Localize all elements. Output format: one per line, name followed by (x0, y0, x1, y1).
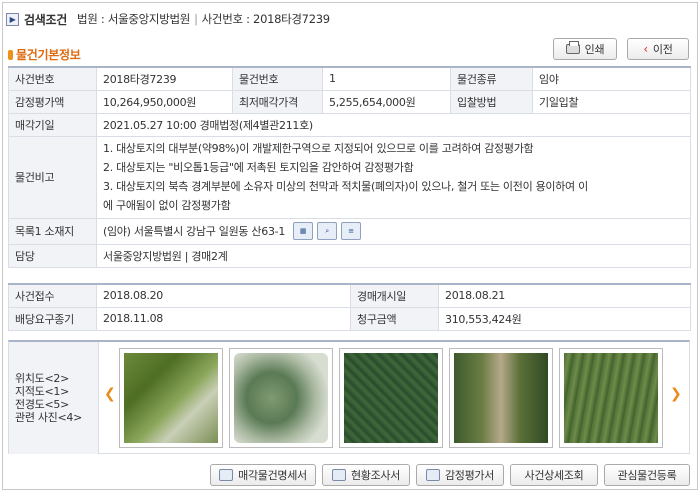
deadline-value: 2018.11.08 (96, 306, 351, 331)
item-no-label: 물건번호 (232, 66, 323, 91)
case-no-value: 2018타경7239 (96, 66, 233, 91)
item-no-value: 1 (322, 66, 451, 91)
survey-button[interactable]: 현황조사서 (322, 464, 410, 486)
photo-thumbnail[interactable] (559, 348, 663, 448)
watch-item-button[interactable]: 관심물건등록 (604, 464, 690, 486)
section-title: 물건기본정보 (16, 48, 81, 62)
appraisal-value: 10,264,950,000원 (96, 89, 233, 114)
sale-date-value: 2021.05.27 10:00 경매법정(제4별관211호) (96, 112, 691, 137)
watch-item-label: 관심물건등록 (617, 469, 677, 482)
start-value: 2018.08.21 (438, 283, 691, 308)
bid-method-value: 기일입찰 (532, 89, 691, 114)
print-label: 인쇄 (584, 43, 605, 56)
printer-icon (565, 41, 580, 54)
section-bullet-icon (8, 49, 13, 60)
photo-thumbnail[interactable] (229, 348, 333, 448)
claim-label: 청구금액 (350, 306, 439, 331)
table-row: 감정평가액 10,264,950,000원 최저매각가격 5,255,654,0… (8, 89, 691, 114)
photo-thumbnail[interactable] (449, 348, 553, 448)
photo-gallery: 위치도<2> 지적도<1> 전경도<5> 관련 사진<4> ❮ ❯ (8, 340, 690, 454)
court-label: 법원 : 서울중앙지방법원 (76, 12, 191, 26)
prev-label: 이전 (652, 43, 673, 56)
note-line: 에 구애됨이 없이 감정평가함 (103, 199, 231, 212)
photo-category-cadastral[interactable]: 지적도<1> (15, 385, 98, 398)
gallery-prev-icon[interactable]: ❮ (104, 386, 116, 402)
search-map-icon[interactable]: ⌕ (317, 222, 338, 240)
item-type-value: 임야 (532, 66, 691, 91)
bid-method-label: 입찰방법 (450, 89, 533, 114)
map-icon[interactable]: ▦ (293, 222, 314, 240)
print-button[interactable]: 인쇄 (553, 38, 617, 60)
basic-info-table: 사건번호 2018타경7239 물건번호 1 물건종류 임야 감정평가액 10,… (8, 66, 691, 268)
photo-category-related[interactable]: 관련 사진<4> (15, 411, 98, 424)
toggle-arrow-icon[interactable]: ▶ (6, 12, 19, 26)
gallery-next-icon[interactable]: ❯ (670, 386, 682, 402)
photo-category-list: 위치도<2> 지적도<1> 전경도<5> 관련 사진<4> (9, 342, 99, 454)
photo-thumbnail[interactable] (339, 348, 443, 448)
received-label: 사건접수 (8, 283, 97, 308)
note-line: 1. 대상토지의 대부분(약98%)이 개발제한구역으로 지정되어 있으므로 이… (103, 142, 534, 155)
table-row: 담당 서울중앙지방법원 | 경매2계 (8, 243, 691, 268)
real-estate-icon[interactable]: ≡ (341, 222, 362, 240)
chevron-left-icon: ‹ (643, 42, 648, 56)
table-row: 목록1 소재지 (임야) 서울특별시 강남구 일원동 산63-1 ▦ ⌕ ≡ (8, 217, 691, 245)
case-detail-label: 사건상세조회 (524, 469, 584, 482)
note-value: 1. 대상토지의 대부분(약98%)이 개발제한구역으로 지정되어 있으므로 이… (96, 135, 691, 219)
address-value: (임야) 서울특별시 강남구 일원동 산63-1 (103, 225, 286, 238)
sale-date-label: 매각기일 (8, 112, 97, 137)
min-price-label: 최저매각가격 (232, 89, 323, 114)
case-label: 사건번호 : 2018타경7239 (201, 12, 330, 26)
received-value: 2018.08.20 (96, 283, 351, 308)
deadline-label: 배당요구종기 (8, 306, 97, 331)
table-row: 물건비고 1. 대상토지의 대부분(약98%)이 개발제한구역으로 지정되어 있… (8, 135, 691, 219)
appraisal-doc-label: 감정평가서 (444, 469, 495, 482)
table-row: 사건접수 2018.08.20 경매개시일 2018.08.21 (8, 283, 691, 308)
sale-spec-label: 매각물건명세서 (238, 469, 307, 482)
document-icon (331, 469, 346, 481)
address-label: 목록1 소재지 (8, 217, 97, 245)
search-condition-bar: ▶ 검색조건 법원 : 서울중앙지방법원 | 사건번호 : 2018타경7239 (6, 8, 690, 30)
photo-category-location[interactable]: 위치도<2> (15, 372, 98, 385)
note-line: 3. 대상토지의 북측 경계부분에 소유자 미상의 천막과 적치물(폐의자)이 … (103, 180, 588, 193)
table-row: 매각기일 2021.05.27 10:00 경매법정(제4별관211호) (8, 112, 691, 137)
photo-thumbnail[interactable] (119, 348, 223, 448)
case-no-label: 사건번호 (8, 66, 97, 91)
start-label: 경매개시일 (350, 283, 439, 308)
min-price-value: 5,255,654,000원 (322, 89, 451, 114)
schedule-table: 사건접수 2018.08.20 경매개시일 2018.08.21 배당요구종기 … (8, 283, 691, 331)
note-label: 물건비고 (8, 135, 97, 219)
sale-spec-button[interactable]: 매각물건명세서 (210, 464, 316, 486)
table-row: 사건번호 2018타경7239 물건번호 1 물건종류 임야 (8, 66, 691, 91)
item-type-label: 물건종류 (450, 66, 533, 91)
table-row: 배당요구종기 2018.11.08 청구금액 310,553,424원 (8, 306, 691, 331)
charge-value: 서울중앙지방법원 | 경매2계 (96, 243, 691, 268)
claim-value: 310,553,424원 (438, 306, 691, 331)
note-line: 2. 대상토지는 "비오톱1등급"에 저촉된 토지임을 감안하여 감정평가함 (103, 161, 414, 174)
document-icon (219, 469, 234, 481)
address-cell: (임야) 서울특별시 강남구 일원동 산63-1 ▦ ⌕ ≡ (96, 217, 691, 245)
pencil-doc-icon (425, 469, 440, 481)
prev-button[interactable]: ‹ 이전 (627, 38, 689, 60)
appraisal-doc-button[interactable]: 감정평가서 (416, 464, 504, 486)
photo-category-overview[interactable]: 전경도<5> (15, 398, 98, 411)
search-condition-title: 검색조건 (24, 12, 67, 27)
search-condition-info: 법원 : 서울중앙지방법원 | 사건번호 : 2018타경7239 (76, 12, 330, 26)
case-detail-button[interactable]: 사건상세조회 (510, 464, 598, 486)
charge-label: 담당 (8, 243, 97, 268)
survey-label: 현황조사서 (350, 469, 401, 482)
appraisal-label: 감정평가액 (8, 89, 97, 114)
section-header: 물건기본정보 (8, 46, 81, 63)
